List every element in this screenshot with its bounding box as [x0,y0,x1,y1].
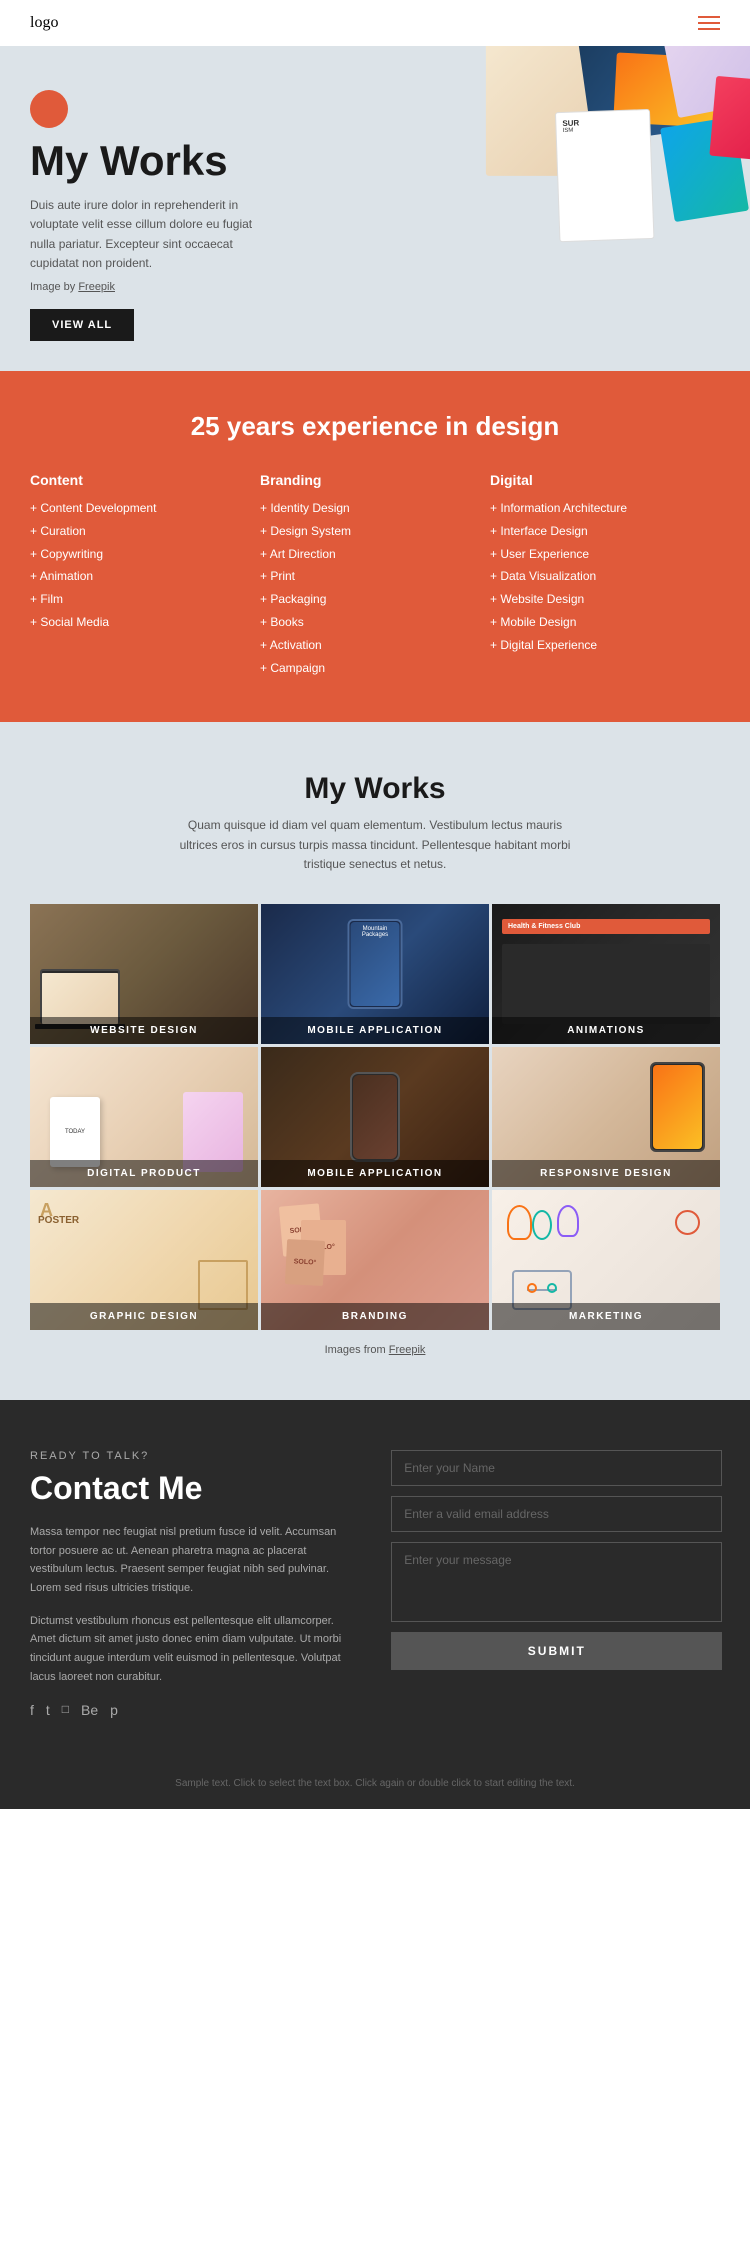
col-title-branding: Branding [260,472,490,488]
hamburger-line3 [698,28,720,30]
portfolio-label: WEBSITE DESIGN [30,1017,258,1044]
exp-item: Packaging [260,591,490,608]
exp-item: Identity Design [260,500,490,517]
hero-decoration-circle [30,90,68,128]
works-description: Quam quisque id diam vel quam elementum.… [175,816,575,874]
hero-credit-link[interactable]: Freepik [78,281,115,293]
contact-email-input[interactable] [391,1496,722,1532]
experience-col-content: Content Content Development Curation Cop… [30,472,260,682]
instagram-icon[interactable]: □ [62,1702,69,1718]
hamburger-line1 [698,16,720,18]
hero-content: My Works Duis aute irure dolor in repreh… [30,70,410,341]
contact-desc-1: Massa tempor nec feugiat nisl pretium fu… [30,1523,361,1598]
works-title: My Works [30,772,720,806]
exp-item: Film [30,591,260,608]
experience-columns: Content Content Development Curation Cop… [30,472,720,682]
experience-col-branding: Branding Identity Design Design System A… [260,472,490,682]
twitter-icon[interactable]: t [46,1702,50,1718]
exp-item: Content Development [30,500,260,517]
contact-title: Contact Me [30,1470,361,1507]
footer-note-text: Sample text. Click to select the text bo… [175,1778,575,1789]
portfolio-item-mobile-app-1[interactable]: MountainPackages MOBILE APPLICATION [261,904,489,1044]
exp-item: Mobile Design [490,614,720,631]
portfolio-label: MOBILE APPLICATION [261,1017,489,1044]
collage-card-5: SUR ISM [555,109,654,242]
hero-description: Duis aute irure dolor in reprehenderit i… [30,196,270,273]
footer-note: Sample text. Click to select the text bo… [0,1768,750,1809]
contact-ready-label: READY TO TALK? [30,1450,361,1462]
exp-item: Website Design [490,591,720,608]
works-section: My Works Quam quisque id diam vel quam e… [0,722,750,1400]
exp-item-interface-design: Interface Design [490,523,720,540]
portfolio-item-responsive-design[interactable]: RESPONSIVE DESIGN [492,1047,720,1187]
portfolio-item-graphic-design[interactable]: A POSTER GRAPHIC DESIGN [30,1190,258,1330]
pinterest-icon[interactable]: p [110,1702,118,1718]
hero-credit: Image by Freepik [30,281,410,293]
exp-item: Activation [260,637,490,654]
col-title-content: Content [30,472,260,488]
exp-item-information-architecture: Information Architecture [490,500,720,517]
exp-item: Digital Experience [490,637,720,654]
portfolio-label: GRAPHIC DESIGN [30,1303,258,1330]
submit-button[interactable]: SUBMIT [391,1632,722,1670]
exp-item: Art Direction [260,546,490,563]
behance-icon[interactable]: Be [81,1702,98,1718]
portfolio-label: MOBILE APPLICATION [261,1160,489,1187]
portfolio-item-website-design[interactable]: WEBSITE DESIGN [30,904,258,1044]
portfolio-item-mobile-app-2[interactable]: MOBILE APPLICATION [261,1047,489,1187]
view-all-button[interactable]: VIEW ALL [30,309,134,341]
contact-left: READY TO TALK? Contact Me Massa tempor n… [30,1450,361,1719]
social-icons-row: f t □ Be p [30,1702,361,1718]
exp-item: Data Visualization [490,568,720,585]
credit-prefix: Images from [325,1344,389,1356]
freepik-link[interactable]: Freepik [389,1344,426,1356]
col-title-digital: Digital [490,472,720,488]
experience-headline: 25 years experience in design [30,411,720,442]
portfolio-label: RESPONSIVE DESIGN [492,1160,720,1187]
portfolio-item-branding[interactable]: SOLO° SOLO° SOLO° BRANDING [261,1190,489,1330]
portfolio-item-digital-product[interactable]: TODAY DIGITAL PRODUCT [30,1047,258,1187]
facebook-icon[interactable]: f [30,1702,34,1718]
hamburger-menu[interactable] [698,16,720,30]
exp-item: Social Media [30,614,260,631]
portfolio-label: BRANDING [261,1303,489,1330]
navbar: logo [0,0,750,46]
exp-item: Animation [30,568,260,585]
freepik-credit: Images from Freepik [30,1330,720,1370]
portfolio-label: ANIMATIONS [492,1017,720,1044]
portfolio-label: DIGITAL PRODUCT [30,1160,258,1187]
exp-item: Design System [260,523,490,540]
exp-item: Curation [30,523,260,540]
experience-section: 25 years experience in design Content Co… [0,371,750,722]
contact-form: SUBMIT [391,1450,722,1719]
exp-item: User Experience [490,546,720,563]
portfolio-label: MARKETING [492,1303,720,1330]
hero-title: My Works [30,138,410,184]
portfolio-grid: WEBSITE DESIGN MountainPackages MOBILE A… [30,904,720,1330]
exp-item: Books [260,614,490,631]
exp-item: Copywriting [30,546,260,563]
experience-col-digital: Digital Information Architecture Interfa… [490,472,720,682]
contact-desc-2: Dictumst vestibulum rhoncus est pellente… [30,1612,361,1687]
portfolio-item-animations[interactable]: Health & Fitness Club ANIMATIONS [492,904,720,1044]
nav-logo: logo [30,14,58,32]
hero-section: My Works Duis aute irure dolor in repreh… [0,0,750,371]
contact-name-input[interactable] [391,1450,722,1486]
portfolio-item-marketing[interactable]: MARKETING [492,1190,720,1330]
exp-item: Campaign [260,660,490,677]
contact-section: READY TO TALK? Contact Me Massa tempor n… [0,1400,750,1769]
exp-item: Print [260,568,490,585]
contact-message-input[interactable] [391,1542,722,1622]
hamburger-line2 [698,22,720,24]
collage-card-7 [709,76,750,161]
hero-credit-prefix: Image by [30,281,78,293]
